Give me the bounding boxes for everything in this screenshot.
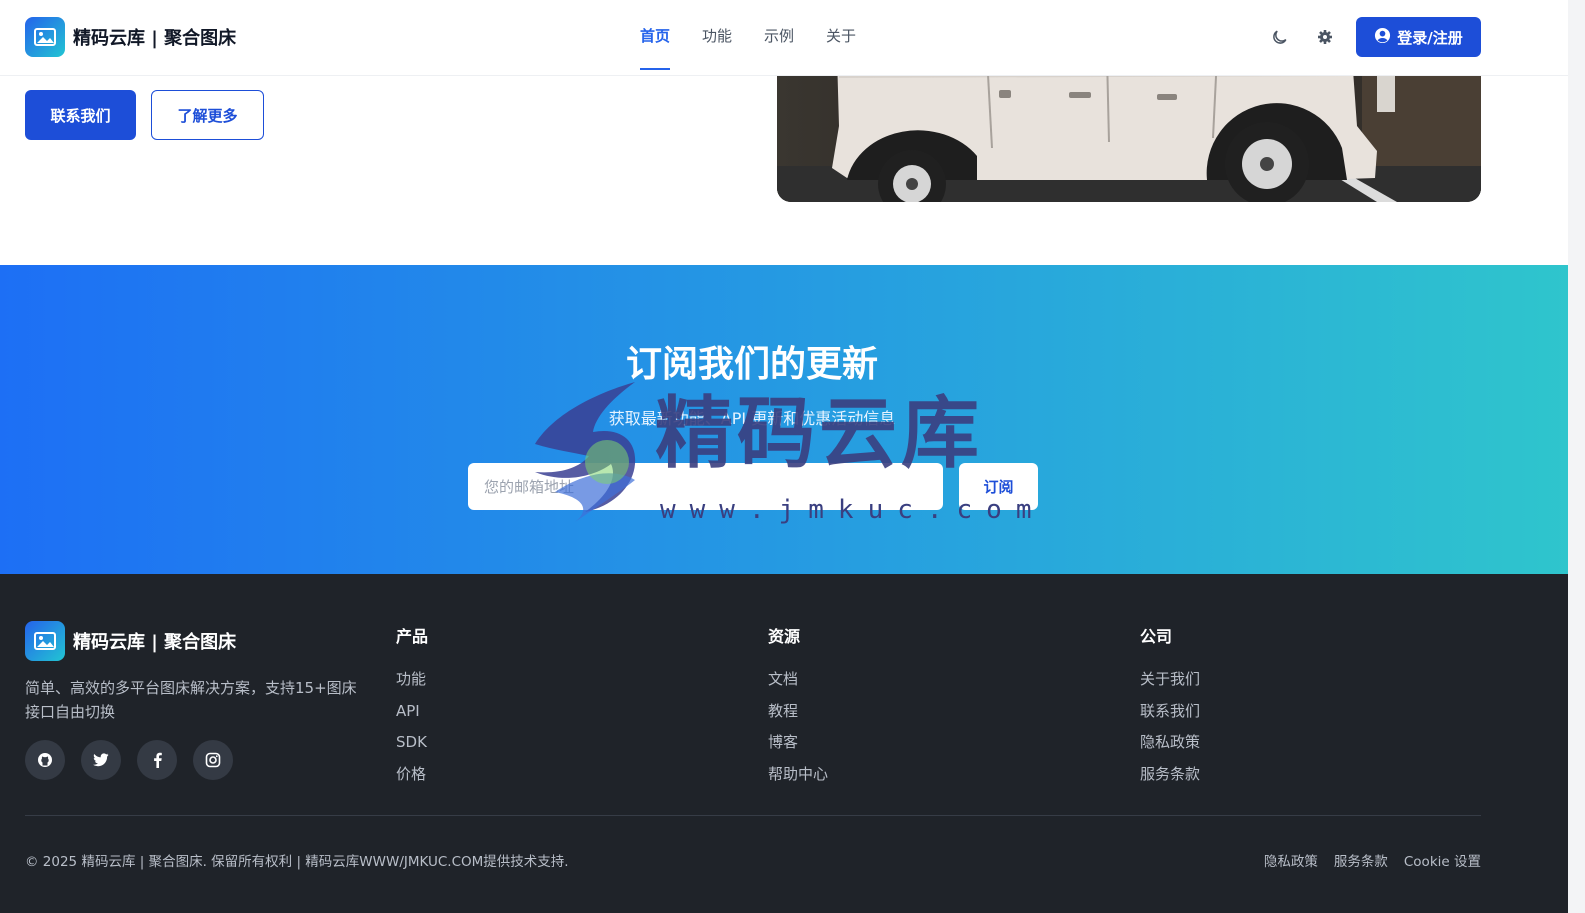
nav-item-home[interactable]: 首页: [640, 0, 671, 76]
moon-icon[interactable]: [1269, 26, 1291, 48]
footer: 精码云库 | 聚合图床 简单、高效的多平台图床解决方案，支持15+图床接口自由切…: [0, 574, 1585, 913]
footer-link-pricing[interactable]: 价格: [396, 764, 428, 796]
footer-link-contact-us[interactable]: 联系我们: [1140, 701, 1200, 733]
footer-divider: [25, 815, 1481, 816]
github-icon[interactable]: [25, 740, 65, 780]
footer-brand-name: 精码云库 | 聚合图床: [73, 632, 237, 653]
footer-link-sdk[interactable]: SDK: [396, 732, 428, 764]
email-input[interactable]: [468, 463, 943, 510]
copyright-text: © 2025 精码云库 | 聚合图床. 保留所有权利 | 精码云库WWW/JMK…: [25, 854, 569, 870]
nav-item-about[interactable]: 关于: [826, 0, 856, 76]
twitter-icon[interactable]: [81, 740, 121, 780]
page-scrollbar[interactable]: [1568, 0, 1585, 913]
footer-description: 简单、高效的多平台图床解决方案，支持15+图床接口自由切换: [25, 679, 357, 721]
hero-car-image: [777, 56, 1481, 202]
legal-link-cookie-settings[interactable]: Cookie 设置: [1404, 850, 1481, 870]
footer-link-features[interactable]: 功能: [396, 669, 428, 701]
learn-more-button[interactable]: 了解更多: [151, 90, 264, 140]
login-register-button[interactable]: 登录/注册: [1356, 17, 1481, 57]
user-circle-icon: [1374, 27, 1391, 48]
nav-item-examples[interactable]: 示例: [764, 0, 794, 76]
footer-link-about-us[interactable]: 关于我们: [1140, 669, 1200, 701]
gear-icon[interactable]: [1314, 26, 1336, 48]
footer-column-title: 资源: [768, 627, 801, 646]
brand[interactable]: 精码云库 | 聚合图床: [25, 17, 236, 57]
login-label: 登录/注册: [1397, 28, 1463, 47]
footer-link-help-center[interactable]: 帮助中心: [768, 764, 828, 796]
footer-brand[interactable]: 精码云库 | 聚合图床: [25, 621, 236, 661]
footer-link-api[interactable]: API: [396, 701, 428, 733]
subscribe-section: 订阅我们的更新 获取最新功能、API 更新和优惠活动信息 订阅: [0, 265, 1585, 574]
footer-column-products: 产品 功能 API SDK 价格: [396, 623, 428, 795]
legal-link-privacy[interactable]: 隐私政策: [1264, 850, 1318, 870]
nav-item-features[interactable]: 功能: [702, 0, 732, 76]
footer-link-tutorials[interactable]: 教程: [768, 701, 828, 733]
footer-link-privacy[interactable]: 隐私政策: [1140, 732, 1200, 764]
footer-column-company: 公司 关于我们 联系我们 隐私政策 服务条款: [1140, 623, 1200, 795]
legal-links: 隐私政策 服务条款 Cookie 设置: [1264, 850, 1481, 870]
instagram-icon[interactable]: [193, 740, 233, 780]
subscribe-button[interactable]: 订阅: [959, 463, 1038, 510]
social-links: [25, 740, 233, 780]
brand-name: 精码云库 | 聚合图床: [73, 28, 237, 49]
footer-link-docs[interactable]: 文档: [768, 669, 828, 701]
footer-link-blog[interactable]: 博客: [768, 732, 828, 764]
footer-column-title: 产品: [396, 627, 429, 646]
contact-us-button[interactable]: 联系我们: [25, 90, 136, 140]
top-navbar: 精码云库 | 聚合图床 首页 功能 示例 关于 登录/注册: [0, 0, 1585, 76]
main-nav: 首页 功能 示例 关于: [640, 0, 856, 76]
facebook-icon[interactable]: [137, 740, 177, 780]
image-logo-icon: [25, 17, 65, 57]
subscribe-title: 订阅我们的更新: [625, 344, 878, 385]
image-logo-icon: [25, 621, 65, 661]
footer-link-terms[interactable]: 服务条款: [1140, 764, 1200, 796]
legal-link-terms[interactable]: 服务条款: [1334, 850, 1388, 870]
footer-column-resources: 资源 文档 教程 博客 帮助中心: [768, 623, 828, 795]
footer-column-title: 公司: [1140, 627, 1173, 646]
subscribe-description: 获取最新功能、API 更新和优惠活动信息: [608, 409, 896, 428]
